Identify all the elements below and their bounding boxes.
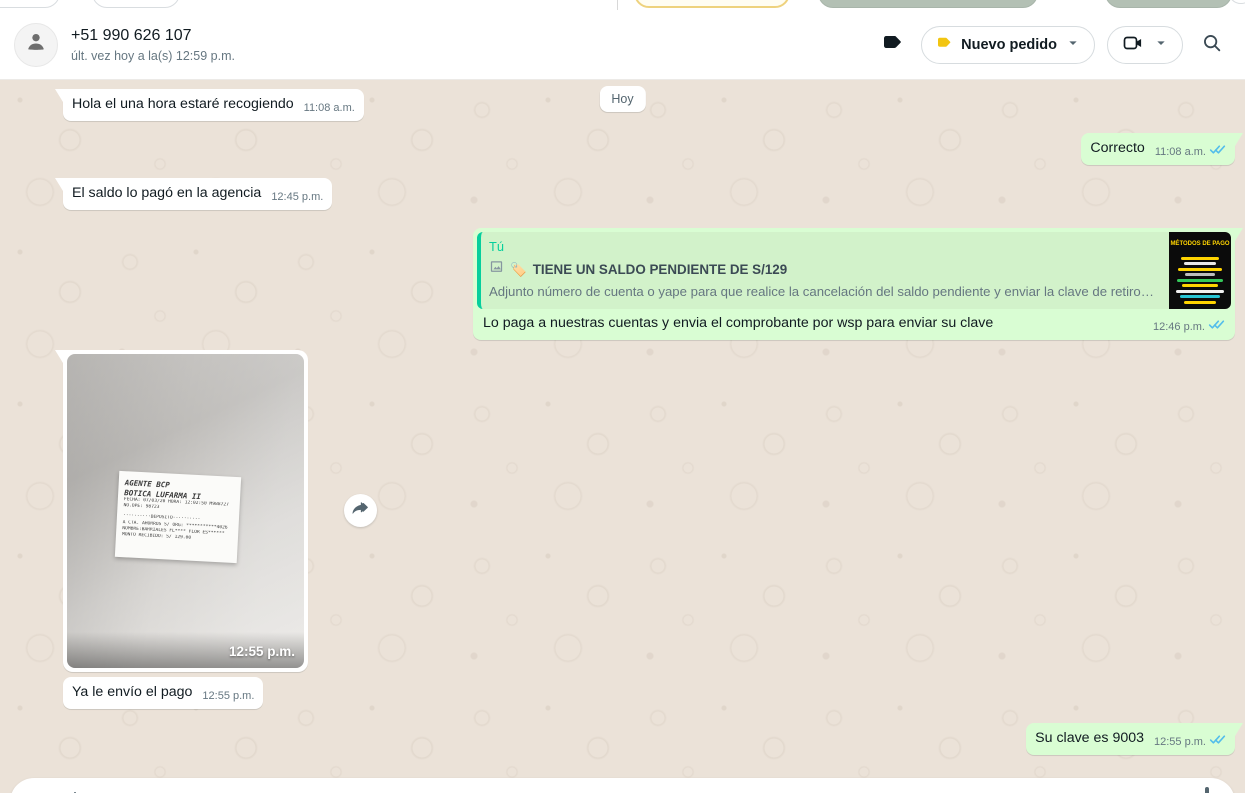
- top-chip[interactable]: [92, 0, 180, 8]
- read-ticks-icon: [1209, 733, 1226, 752]
- date-divider: Hoy: [599, 86, 645, 112]
- message-time: 11:08 a.m.: [304, 99, 355, 118]
- message-text: El saldo lo pagó en la agencia: [72, 184, 261, 203]
- message-incoming: El saldo lo pagó en la agencia 12:45 p.m…: [63, 178, 332, 210]
- message-time: 12:55 p.m.: [1154, 733, 1206, 752]
- read-ticks-icon: [1208, 318, 1225, 337]
- header-actions: Nuevo pedido: [875, 26, 1223, 64]
- receipt-photo[interactable]: AGENTE BCP BOTICA LUFARMA II FECHA: 07/0…: [67, 354, 304, 668]
- whatsapp-window: +51 990 626 107 últ. vez hoy a la(s) 12:…: [0, 0, 1245, 793]
- forward-icon: [351, 499, 371, 522]
- message-outgoing-with-quote: Tú 🏷️ TIENE UN SALDO PENDIENTE DE S/129 …: [473, 228, 1235, 340]
- message-text: Correcto: [1090, 139, 1144, 158]
- chevron-down-icon: [1065, 35, 1081, 54]
- quote-snippet: Adjunto número de cuenta o yape para que…: [489, 282, 1159, 301]
- message-time: 12:46 p.m.: [1153, 318, 1205, 337]
- message-incoming-image: AGENTE BCP BOTICA LUFARMA II FECHA: 07/0…: [63, 350, 308, 672]
- search-button[interactable]: [1201, 32, 1223, 57]
- avatar[interactable]: [14, 23, 58, 67]
- chevron-down-icon: [1153, 35, 1169, 54]
- message-bubble[interactable]: Tú 🏷️ TIENE UN SALDO PENDIENTE DE S/129 …: [473, 228, 1235, 340]
- quoted-message[interactable]: Tú 🏷️ TIENE UN SALDO PENDIENTE DE S/129 …: [477, 232, 1231, 309]
- attach-plus-icon[interactable]: +: [68, 785, 82, 793]
- chat-area: Hoy Hola el una hora estaré recogiendo 1…: [0, 80, 1245, 793]
- message-incoming: Ya le envío el pago 12:55 p.m.: [63, 677, 263, 709]
- person-icon: [23, 29, 49, 60]
- image-message-bubble[interactable]: AGENTE BCP BOTICA LUFARMA II FECHA: 07/0…: [63, 350, 308, 672]
- contact-info[interactable]: +51 990 626 107 últ. vez hoy a la(s) 12:…: [71, 27, 235, 63]
- divider: [617, 0, 618, 10]
- message-time: 12:45 p.m.: [271, 188, 323, 207]
- chat-header: +51 990 626 107 últ. vez hoy a la(s) 12:…: [0, 10, 1245, 80]
- message-bubble[interactable]: Hola el una hora estaré recogiendo 11:08…: [63, 89, 364, 121]
- tag-icon: [935, 34, 953, 55]
- message-bubble[interactable]: Ya le envío el pago 12:55 p.m.: [63, 677, 263, 709]
- video-call-button[interactable]: [1107, 26, 1183, 64]
- quote-title-text: TIENE UN SALDO PENDIENTE DE S/129: [533, 260, 787, 279]
- video-camera-icon: [1121, 31, 1145, 58]
- contact-name: +51 990 626 107: [71, 27, 235, 45]
- receipt-paper: AGENTE BCP BOTICA LUFARMA II FECHA: 07/0…: [115, 471, 241, 563]
- new-order-label: Nuevo pedido: [961, 37, 1057, 53]
- new-order-button[interactable]: Nuevo pedido: [921, 26, 1095, 64]
- top-chip-yellow[interactable]: [634, 0, 790, 8]
- label-button[interactable]: [875, 28, 909, 62]
- forward-button[interactable]: [344, 494, 377, 527]
- label-icon: [880, 31, 904, 58]
- quote-body: Tú 🏷️ TIENE UN SALDO PENDIENTE DE S/129 …: [481, 232, 1169, 309]
- message-time: 11:08 a.m.: [1155, 143, 1206, 162]
- message-text: Su clave es 9003: [1035, 729, 1144, 748]
- compose-right-icon[interactable]: [1205, 787, 1209, 793]
- message-time: 12:55 p.m.: [202, 687, 254, 706]
- quote-thumbnail: MÉTODOS DE PAGO: [1169, 232, 1231, 309]
- search-icon: [1201, 32, 1223, 57]
- message-compose-bar[interactable]: +: [10, 778, 1235, 793]
- message-outgoing: Su clave es 9003 12:55 p.m.: [1026, 723, 1235, 755]
- photo-icon: [489, 259, 504, 279]
- top-chip-sage[interactable]: [1105, 0, 1232, 8]
- message-bubble[interactable]: Correcto 11:08 a.m.: [1081, 133, 1235, 165]
- message-bubble[interactable]: El saldo lo pagó en la agencia 12:45 p.m…: [63, 178, 332, 210]
- thumbnail-title: MÉTODOS DE PAGO: [1170, 235, 1229, 254]
- message-bubble[interactable]: Su clave es 9003 12:55 p.m.: [1026, 723, 1235, 755]
- top-chip-circle[interactable]: [1228, 0, 1245, 4]
- message-text: Lo paga a nuestras cuentas y envia el co…: [483, 314, 1143, 333]
- photo-time: 12:55 p.m.: [229, 642, 295, 661]
- top-chip-sage[interactable]: [818, 0, 1038, 8]
- message-incoming: Hola el una hora estaré recogiendo 11:08…: [63, 89, 364, 121]
- top-chip[interactable]: [0, 0, 60, 8]
- last-seen: últ. vez hoy a la(s) 12:59 p.m.: [71, 49, 235, 63]
- quote-emoji: 🏷️: [510, 260, 527, 279]
- message-text: Hola el una hora estaré recogiendo: [72, 95, 294, 114]
- quote-author: Tú: [489, 237, 1159, 256]
- read-ticks-icon: [1209, 143, 1226, 162]
- top-strip: [0, 0, 1245, 10]
- message-outgoing: Correcto 11:08 a.m.: [1081, 133, 1235, 165]
- message-text: Ya le envío el pago: [72, 683, 192, 702]
